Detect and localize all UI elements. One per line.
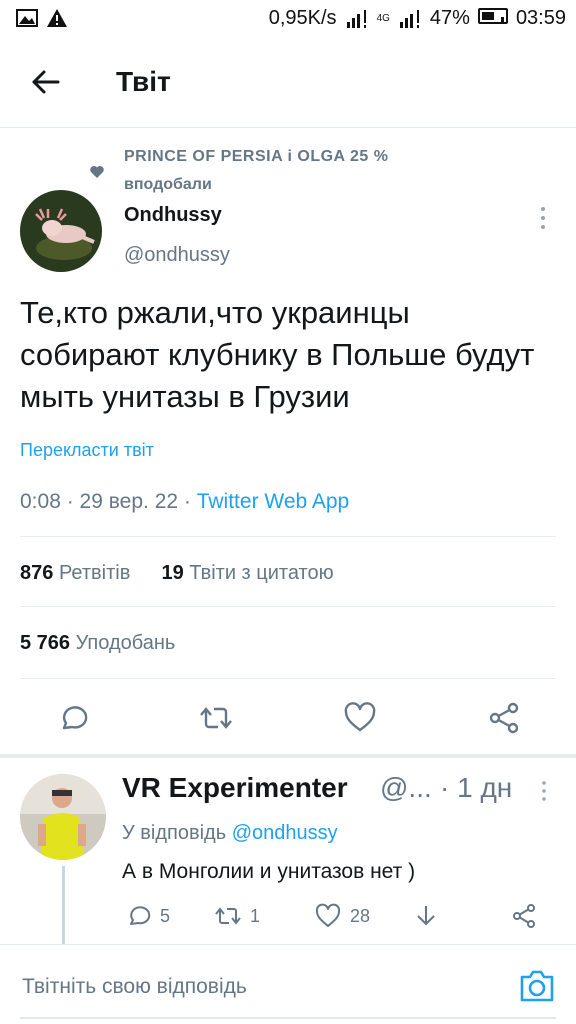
translate-tweet-link[interactable]: Перекласти твіт [20, 440, 154, 461]
heart-icon [90, 166, 104, 178]
retweets-count: 876 [20, 562, 54, 584]
reply-author-handle[interactable]: @... [380, 772, 432, 804]
more-vertical-icon[interactable] [538, 205, 548, 231]
reply-like-count: 28 [350, 905, 371, 926]
quotes-count: 19 [161, 562, 184, 584]
share-icon [513, 904, 535, 928]
quotes-label: Твіти з цитатою [189, 562, 334, 584]
quotes-stat[interactable]: 19 Твіти з цитатою [161, 562, 333, 584]
meta-separator: · [183, 490, 197, 513]
reply-retweet-count: 1 [250, 905, 261, 926]
likes-label: Уподобань [75, 632, 176, 654]
reply-time-value: 1 дн [457, 772, 513, 803]
tweet-source[interactable]: Twitter Web App [197, 490, 350, 513]
divider [20, 678, 556, 679]
share-icon[interactable] [486, 700, 522, 736]
liked-by-suffix: вподобали [124, 176, 212, 193]
replying-to-label: У відповідь [122, 822, 227, 844]
app-header: Твіт [0, 40, 576, 128]
reply-retweet-button[interactable]: 1 [214, 902, 260, 930]
likes-stat[interactable]: 5 766 Уподобань [20, 632, 175, 655]
reply-reply-button[interactable]: 5 [124, 902, 170, 930]
tweet-date: 29 вер. 22 [79, 490, 179, 513]
retweet-icon [215, 907, 241, 925]
reply-share-button[interactable] [510, 902, 538, 930]
compose-underline [20, 1017, 556, 1019]
network-type: 4G [376, 13, 390, 24]
tweet-actions [0, 700, 576, 744]
reply-author-name[interactable]: VR Experimenter [122, 772, 348, 804]
compose-reply-bar: Твітніть свою відповідь [0, 944, 576, 1024]
section-separator [0, 754, 576, 758]
likes-count: 5 766 [20, 632, 71, 654]
reply-icon [130, 906, 151, 925]
like-heart-icon[interactable] [342, 700, 378, 736]
reply-download-button[interactable] [412, 902, 440, 930]
back-arrow-icon[interactable] [28, 64, 64, 100]
divider [20, 536, 556, 537]
replying-to-handle[interactable]: @ondhussy [232, 822, 338, 844]
camera-icon[interactable] [518, 967, 556, 1005]
author-avatar[interactable] [20, 190, 102, 272]
reply-more-vertical-icon[interactable] [540, 780, 548, 802]
social-context[interactable]: PRINCE OF PERSIA і OLGA 25 % вподобали [0, 140, 576, 200]
compose-reply-input[interactable]: Твітніть свою відповідь [22, 975, 247, 999]
reply-actions: 5 1 28 [0, 902, 576, 934]
status-bar: 0,95K/s 4G 47% 03:59 [0, 0, 576, 40]
download-arrow-icon [417, 906, 435, 926]
battery-icon [477, 7, 508, 30]
reply-icon[interactable] [54, 700, 90, 736]
page-title: Твіт [116, 66, 171, 97]
warning-icon [47, 9, 67, 27]
signal-icon [346, 9, 366, 28]
author-name[interactable]: Ondhussy [124, 204, 222, 227]
gallery-icon [16, 9, 38, 27]
like-heart-icon [315, 903, 341, 927]
retweets-label: Ретвітів [58, 562, 131, 584]
network-speed: 0,95K/s [268, 7, 337, 29]
reply-author-avatar[interactable] [20, 774, 106, 860]
liked-by-names: PRINCE OF PERSIA і OLGA 25 % [124, 148, 389, 165]
reply-time: · 1 дн [440, 772, 513, 803]
clock: 03:59 [515, 7, 566, 29]
replying-to: У відповідь @ondhussy [122, 822, 338, 845]
retweet-icon[interactable] [198, 700, 234, 736]
tweet-meta: 0:08 · 29 вер. 22 · Twitter Web App [20, 490, 349, 514]
signal-icon-2 [399, 9, 419, 28]
tweet-time: 0:08 [20, 490, 61, 513]
author-handle[interactable]: @ondhussy [124, 244, 230, 267]
battery-percent: 47% [429, 7, 470, 29]
meta-separator: · [66, 490, 80, 513]
reply-reply-count: 5 [160, 905, 171, 926]
divider [20, 606, 556, 607]
retweet-stats: 876 Ретвітів 19 Твіти з цитатою [20, 562, 334, 585]
retweets-stat[interactable]: 876 Ретвітів [20, 562, 130, 584]
reply-text: А в Монголии и унитазов нет ) [122, 860, 416, 883]
reply-like-button[interactable]: 28 [314, 902, 370, 930]
tweet-text: Те,кто ржали,что украинцы собирают клубн… [20, 295, 535, 414]
